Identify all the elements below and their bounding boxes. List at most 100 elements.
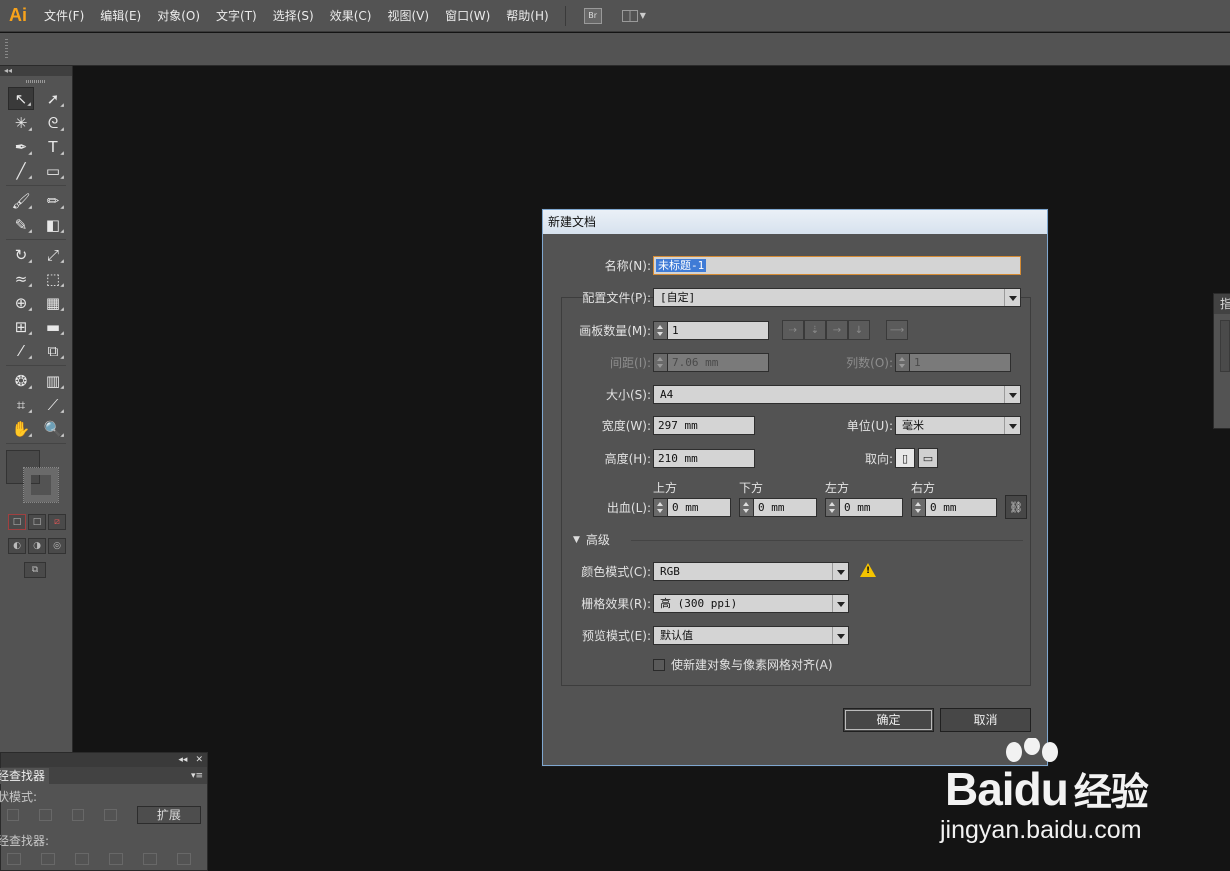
free-transform-tool[interactable]: ⬚ [40, 267, 66, 290]
panel-collapse-icon[interactable]: ◂◂ [178, 755, 187, 765]
menu-item-7[interactable]: 窗口(W) [437, 0, 498, 32]
symbol-sprayer-tool[interactable]: ❂ [8, 369, 34, 392]
control-bar-grip[interactable] [5, 39, 8, 59]
tab-pathfinder[interactable]: 经查找器 [0, 768, 50, 784]
menu-item-1[interactable]: 编辑(E) [92, 0, 149, 32]
screen-mode-icon[interactable]: ⧉ [24, 562, 46, 578]
crop-icon[interactable] [109, 853, 123, 865]
portrait-icon[interactable]: ▯ [895, 448, 915, 468]
gradient-icon[interactable]: □ [28, 514, 46, 530]
close-icon[interactable]: ✕ [195, 755, 203, 765]
artboard-tool[interactable]: ⌗ [8, 393, 34, 416]
perspective-grid-tool[interactable]: ▦ [40, 291, 66, 314]
preview-select[interactable]: 默认值 [653, 626, 849, 645]
none-icon[interactable]: ⧄ [48, 514, 66, 530]
bleed-left-stepper[interactable] [825, 497, 839, 517]
unite-icon[interactable] [7, 809, 20, 821]
align-pixel-grid-row[interactable]: 使新建对象与像素网格对齐(A) [653, 656, 833, 673]
artboards-input[interactable]: 1 [667, 320, 769, 340]
paintbrush-tool[interactable]: 🖌 [8, 189, 34, 212]
arrange-by-row-icon[interactable]: → [826, 320, 848, 340]
bleed-bottom-input[interactable]: 0 mm [753, 497, 817, 517]
menu-item-8[interactable]: 帮助(H) [498, 0, 556, 32]
bleed-right-stepper[interactable] [911, 497, 925, 517]
arrange-by-column-icon[interactable]: ↓ [848, 320, 870, 340]
blob-brush-tool[interactable]: ✎ [8, 213, 34, 236]
menu-item-6[interactable]: 视图(V) [379, 0, 437, 32]
align-pixel-grid-checkbox[interactable] [653, 658, 665, 671]
draw-normal-icon[interactable]: ◐ [8, 538, 26, 554]
watermark-bai: Bai [945, 763, 1015, 815]
arrange-documents-button[interactable]: ▼ [621, 9, 646, 22]
toolbox-grip[interactable] [0, 76, 72, 86]
eraser-tool[interactable]: ◧ [40, 213, 66, 236]
exclude-icon[interactable] [104, 809, 117, 821]
scale-tool[interactable]: ⤢ [40, 243, 66, 266]
trim-icon[interactable] [41, 853, 55, 865]
height-input[interactable]: 210 mm [653, 448, 755, 468]
draw-behind-icon[interactable]: ◑ [28, 538, 46, 554]
divide-icon[interactable] [7, 853, 21, 865]
width-input[interactable]: 297 mm [653, 416, 755, 435]
artboards-stepper[interactable] [653, 320, 667, 340]
stroke-swatch[interactable] [23, 467, 59, 503]
pen-tool[interactable]: ✒ [8, 135, 34, 158]
direct-selection-tool[interactable]: ➚ [40, 87, 66, 110]
layout-direction-icon[interactable]: ⟶ [886, 320, 908, 340]
landscape-icon[interactable]: ▭ [918, 448, 938, 468]
lasso-tool[interactable]: ᘓ [40, 111, 66, 134]
menu-item-3[interactable]: 文字(T) [208, 0, 265, 32]
fill-stroke-control[interactable] [6, 450, 62, 506]
menu-item-4[interactable]: 选择(S) [265, 0, 322, 32]
intersect-icon[interactable] [71, 809, 85, 821]
bleed-right-input[interactable]: 0 mm [925, 497, 997, 517]
outline-icon[interactable] [143, 853, 157, 865]
profile-select[interactable]: [自定] [653, 288, 1021, 307]
shape-builder-tool[interactable]: ⊕ [8, 291, 34, 314]
bleed-bottom-stepper[interactable] [739, 497, 753, 517]
cancel-button[interactable]: 取消 [940, 708, 1031, 732]
line-segment-tool[interactable]: ╱ [8, 159, 34, 182]
mesh-tool[interactable]: ⊞ [8, 315, 34, 338]
right-panel-tab[interactable]: 指 [1214, 294, 1230, 314]
warp-tool[interactable]: ≈ [8, 267, 34, 290]
name-input[interactable]: 未标题-1 [653, 256, 1021, 275]
hand-tool[interactable]: ✋ [8, 417, 34, 440]
merge-icon[interactable] [75, 853, 89, 865]
menu-item-0[interactable]: 文件(F) [36, 0, 92, 32]
rotate-tool[interactable]: ↻ [8, 243, 34, 266]
raster-select[interactable]: 高 (300 ppi) [653, 594, 849, 613]
color-icon[interactable]: □ [8, 514, 26, 530]
zoom-tool[interactable]: 🔍 [40, 417, 66, 440]
column-graph-tool[interactable]: ▥ [40, 369, 66, 392]
bleed-top-stepper[interactable] [653, 497, 667, 517]
grid-by-column-icon[interactable]: ⇣ [804, 320, 826, 340]
eyedropper-tool[interactable]: ⁄ [8, 339, 34, 362]
magic-wand-tool[interactable]: ✳ [8, 111, 34, 134]
link-icon[interactable]: ⛓ [1005, 495, 1027, 519]
draw-inside-icon[interactable]: ◎ [48, 538, 66, 554]
grid-by-row-icon[interactable]: ⇢ [782, 320, 804, 340]
size-select[interactable]: A4 [653, 385, 1021, 404]
rectangle-tool[interactable]: ▭ [40, 159, 66, 182]
color-mode-select[interactable]: RGB [653, 562, 849, 581]
menu-item-5[interactable]: 效果(C) [322, 0, 380, 32]
minus-back-icon[interactable] [177, 853, 191, 865]
panel-menu-icon[interactable]: ▾≡ [191, 768, 203, 784]
gradient-tool[interactable]: ▬ [40, 315, 66, 338]
advanced-toggle[interactable]: ▼ 高级 [573, 531, 610, 548]
units-select[interactable]: 毫米 [895, 416, 1021, 435]
blend-tool[interactable]: ⧉ [40, 339, 66, 362]
menu-item-2[interactable]: 对象(O) [149, 0, 208, 32]
toolbox-collapse-button[interactable]: ◂◂ [0, 66, 72, 76]
type-tool[interactable]: T [40, 135, 66, 158]
bridge-button[interactable]: Br [583, 7, 602, 24]
bleed-top-input[interactable]: 0 mm [667, 497, 731, 517]
slice-tool[interactable]: ⟋ [40, 393, 66, 416]
expand-button[interactable]: 扩展 [136, 806, 202, 824]
pencil-tool[interactable]: ✏ [40, 189, 66, 212]
ok-button[interactable]: 确定 [843, 708, 934, 732]
minus-front-icon[interactable] [39, 809, 52, 821]
bleed-left-input[interactable]: 0 mm [839, 497, 903, 517]
selection-tool[interactable]: ↖ [8, 87, 34, 110]
